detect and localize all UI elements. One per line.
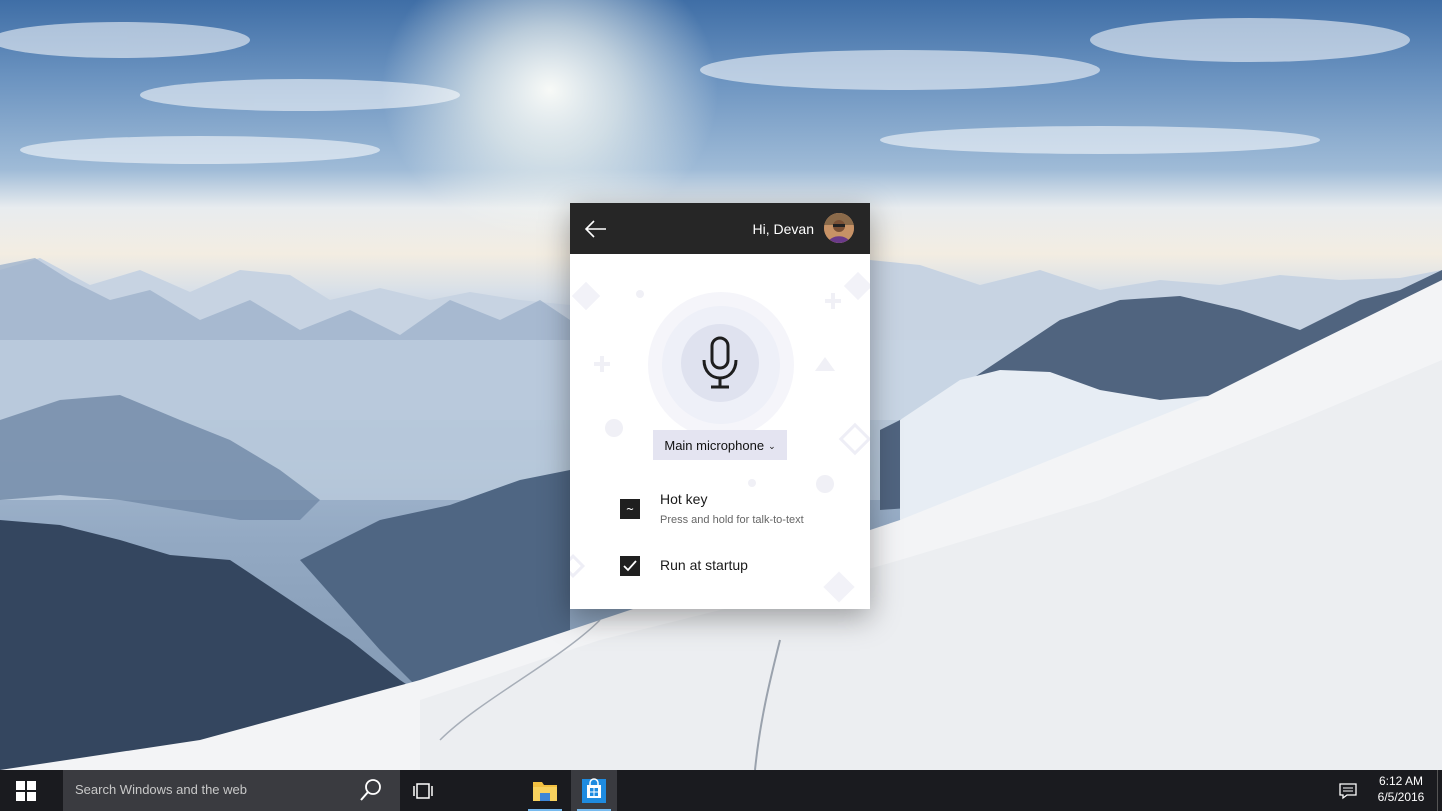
taskbar: Search Windows and the web 6:12 AM 6/5/2… [0,770,1442,811]
hotkey-description: Press and hold for talk-to-text [660,514,804,526]
store-bag-icon [582,777,606,803]
clock-date: 6/5/2016 [1377,790,1425,804]
search-placeholder: Search Windows and the web [75,782,247,797]
file-explorer-taskbar-button[interactable] [522,770,568,811]
task-view-button[interactable] [402,770,444,811]
window-header: Hi, Devan [570,203,870,254]
chevron-down-icon: ⌄ [768,440,776,451]
microphone-button[interactable] [681,324,759,402]
run-at-startup-label: Run at startup [660,557,748,573]
run-at-startup-checkbox[interactable] [620,556,640,576]
checkmark-icon [623,560,637,572]
action-center-button[interactable] [1330,770,1366,811]
talk-to-text-window: Hi, Devan Main microphone ⌄ ~ Hot key Pr… [570,203,870,609]
avatar[interactable] [824,213,854,243]
user-avatar-icon [824,213,854,243]
clock-time: 6:12 AM [1378,774,1424,788]
taskbar-clock[interactable]: 6:12 AM 6/5/2016 [1366,773,1436,809]
search-icon[interactable] [359,778,383,802]
window-body: Main microphone ⌄ ~ Hot key Press and ho… [570,254,870,609]
back-button[interactable] [582,215,610,243]
windows-logo-icon [16,780,36,801]
folder-icon [533,781,557,801]
taskbar-search-input[interactable]: Search Windows and the web [63,770,400,811]
hotkey-label: Hot key [660,491,708,507]
task-view-icon [413,782,433,799]
microphone-icon [702,336,738,389]
start-button[interactable] [0,770,52,811]
back-arrow-icon [585,220,606,238]
store-taskbar-button[interactable] [571,770,617,811]
notifications-icon [1339,782,1357,799]
show-desktop-button[interactable] [1437,770,1442,811]
user-greeting: Hi, Devan [752,221,814,237]
microphone-select[interactable]: Main microphone ⌄ [653,430,787,460]
hotkey-input[interactable]: ~ [620,499,640,519]
microphone-select-value: Main microphone [664,437,765,453]
